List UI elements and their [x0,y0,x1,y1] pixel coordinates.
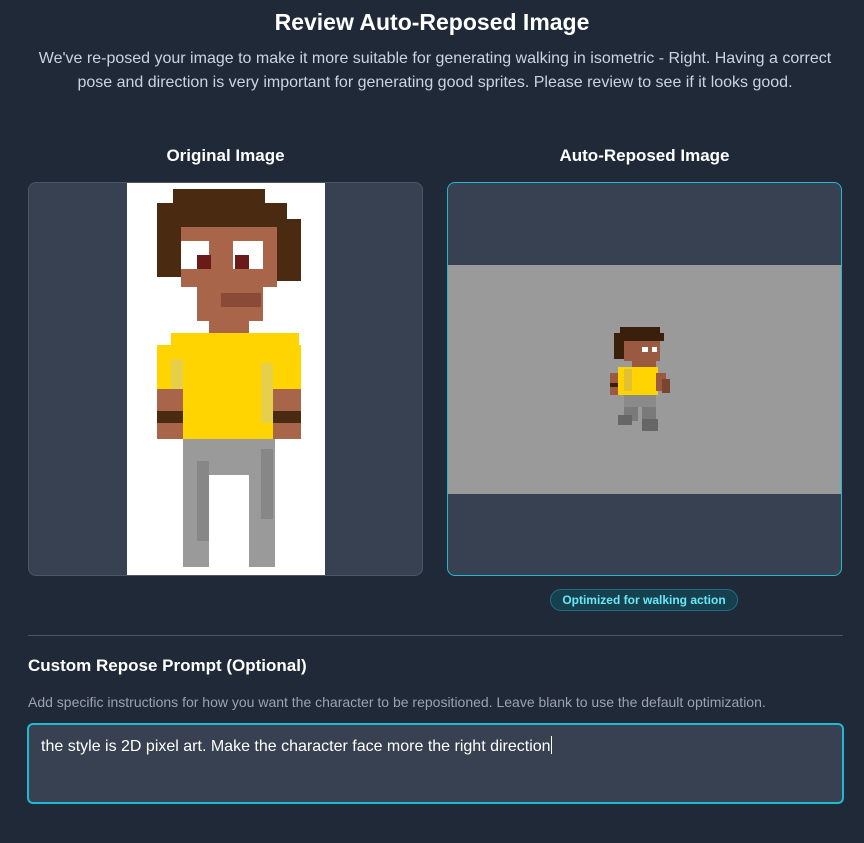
optimized-badge: Optimized for walking action [550,589,738,611]
original-character-sprite [157,189,301,567]
custom-repose-prompt-input[interactable]: the style is 2D pixel art. Make the char… [27,723,844,804]
custom-prompt-heading: Custom Repose Prompt (Optional) [28,656,307,675]
original-image [127,183,325,575]
reposed-image [448,265,841,494]
reposed-image-panel [447,182,842,576]
custom-prompt-help: Add specific instructions for how you wa… [28,694,766,710]
reposed-character-sprite [610,327,670,431]
dialog-description: We've re-posed your image to make it mor… [38,50,832,91]
reposed-image-heading: Auto-Reposed Image [559,146,730,165]
section-divider [28,635,843,636]
repose-review-dialog: Review Auto-Reposed Image We've re-posed… [0,0,864,843]
prompt-input-value: the style is 2D pixel art. Make the char… [41,738,551,755]
dialog-title: Review Auto-Reposed Image [274,9,590,35]
original-image-panel [28,182,423,576]
text-caret [550,736,552,754]
original-image-heading: Original Image [166,146,285,165]
